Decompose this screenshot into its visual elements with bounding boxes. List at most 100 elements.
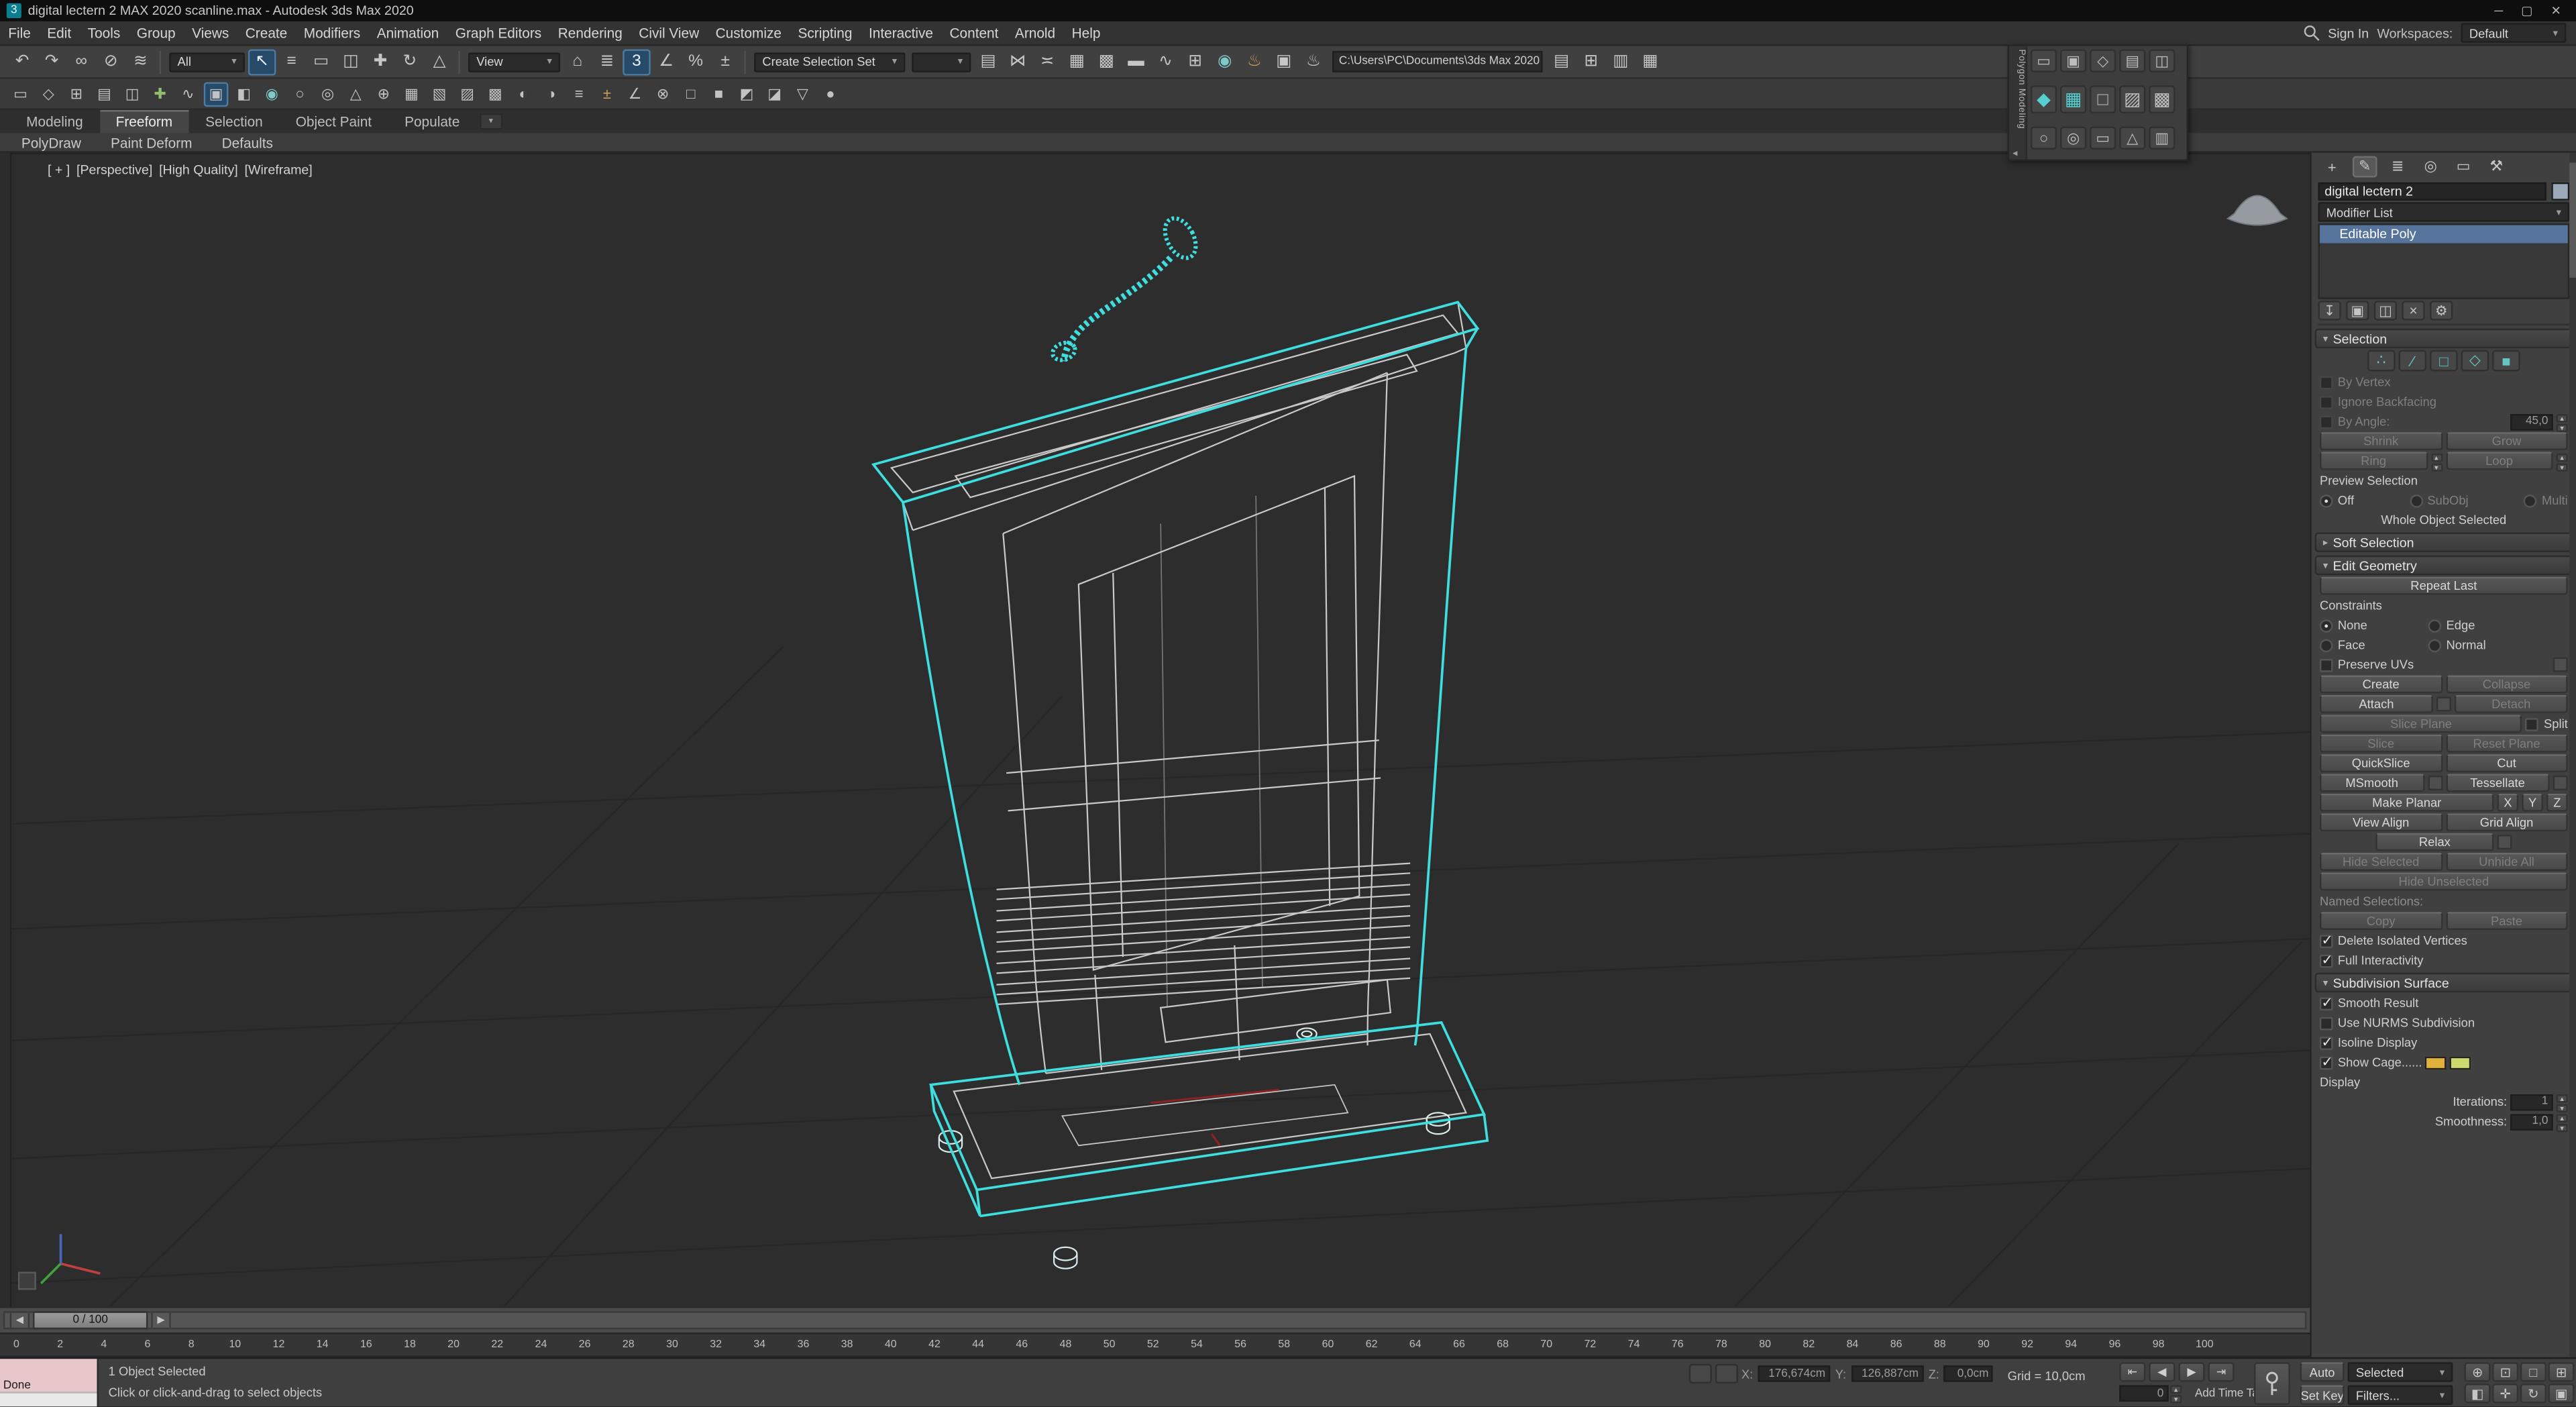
- unhide-all-button[interactable]: Unhide All: [2445, 853, 2568, 871]
- render-setup-icon[interactable]: ♨: [1240, 48, 1269, 74]
- cage-color-swatch[interactable]: [2425, 1055, 2447, 1070]
- select-and-place-icon[interactable]: ⌂: [564, 48, 592, 74]
- attach-button[interactable]: Attach: [2319, 694, 2433, 713]
- ribbon-icon[interactable]: ▩: [483, 81, 508, 106]
- make-planar-button[interactable]: Make Planar: [2319, 793, 2494, 812]
- select-object-icon[interactable]: ↖: [248, 48, 276, 75]
- auto-key-button[interactable]: Auto: [2300, 1362, 2345, 1382]
- viewport-canvas[interactable]: [11, 154, 2310, 1306]
- rectangular-selection-region-icon[interactable]: ▭: [307, 48, 335, 74]
- ribbon-icon[interactable]: ○: [288, 81, 313, 106]
- menu-item[interactable]: Customize: [707, 25, 790, 41]
- viewport-label-segment[interactable]: [High Quality]: [159, 162, 238, 177]
- time-slider-back-icon[interactable]: ◀: [9, 1311, 30, 1330]
- paste-button[interactable]: Paste: [2445, 912, 2568, 931]
- preserve-uvs-checkbox[interactable]: Preserve UVs: [2319, 658, 2414, 672]
- menu-item[interactable]: Create: [237, 25, 296, 41]
- viewport-label-segment[interactable]: [ + ]: [48, 162, 70, 177]
- pm-vertex-icon[interactable]: ◆: [2030, 85, 2057, 113]
- modifier-stack[interactable]: Editable Poly: [2318, 223, 2570, 299]
- toolbar-extra-icon[interactable]: ▦: [1636, 48, 1664, 74]
- window-crossing-icon[interactable]: ◫: [337, 48, 365, 74]
- pm-icon[interactable]: ◇: [2090, 49, 2116, 72]
- lock-selection-icon[interactable]: [1715, 1363, 1739, 1384]
- pm-icon[interactable]: ▥: [2149, 126, 2176, 150]
- collapse-button[interactable]: Collapse: [2445, 675, 2568, 694]
- schematic-view-icon[interactable]: ⊞: [1181, 48, 1210, 74]
- listener-macro-line[interactable]: Done: [0, 1359, 97, 1393]
- zoom-extents-icon[interactable]: □: [2520, 1362, 2546, 1382]
- relax-button[interactable]: Relax: [2375, 833, 2494, 851]
- planar-y-button[interactable]: Y: [2522, 793, 2544, 812]
- viewport-layout-tab[interactable]: [17, 1271, 36, 1290]
- menu-item[interactable]: Content: [941, 25, 1006, 41]
- select-and-rotate-icon[interactable]: ↻: [396, 48, 424, 74]
- orbit-icon[interactable]: ↻: [2520, 1384, 2546, 1404]
- repeat-last-button[interactable]: Repeat Last: [2319, 576, 2568, 595]
- ribbon-icon[interactable]: ▽: [790, 81, 815, 106]
- reset-plane-button[interactable]: Reset Plane: [2445, 734, 2568, 753]
- y-coordinate-field[interactable]: 126,887cm: [1851, 1365, 1924, 1382]
- menu-item[interactable]: Interactive: [861, 25, 942, 41]
- ribbon-icon[interactable]: ≡: [567, 81, 592, 106]
- maximize-viewport-icon[interactable]: ▣: [2548, 1384, 2575, 1404]
- panel-scrollbar[interactable]: [2569, 152, 2576, 1357]
- ring-button[interactable]: Ring: [2319, 452, 2428, 470]
- stack-item-editable-poly[interactable]: Editable Poly: [2319, 225, 2568, 244]
- by-angle-value[interactable]: 45,0: [2510, 413, 2553, 430]
- split-checkbox[interactable]: Split: [2526, 717, 2568, 731]
- pm-icon[interactable]: ▭: [2090, 126, 2116, 150]
- ribbon-icon[interactable]: ∿: [176, 81, 201, 106]
- pm-polygon-icon[interactable]: ▦: [2060, 85, 2087, 113]
- modifier-list-dropdown[interactable]: Modifier List: [2318, 202, 2570, 222]
- by-vertex-checkbox[interactable]: By Vertex: [2319, 374, 2391, 389]
- ribbon-icon[interactable]: □: [678, 81, 703, 106]
- constraint-face-radio[interactable]: Face: [2319, 637, 2425, 652]
- ribbon-icon[interactable]: ⊗: [651, 81, 676, 106]
- time-slider-track[interactable]: [3, 1311, 2307, 1330]
- vertex-mode-icon[interactable]: ∴: [2367, 350, 2396, 372]
- ignore-backfacing-checkbox[interactable]: Ignore Backfacing: [2319, 395, 2436, 409]
- use-nurms-checkbox[interactable]: Use NURMS Subdivision: [2319, 1015, 2475, 1031]
- pm-icon[interactable]: ▭: [2030, 49, 2057, 72]
- named-selection-set-field[interactable]: [912, 52, 971, 72]
- modify-tab-icon[interactable]: ✎: [2352, 156, 2377, 178]
- select-and-move-icon[interactable]: ✚: [366, 48, 394, 74]
- pm-icon[interactable]: □: [2090, 85, 2116, 113]
- ribbon-icon[interactable]: ◪: [762, 81, 787, 106]
- utilities-tab-icon[interactable]: ⚒: [2484, 156, 2509, 178]
- panel-scrollbar-thumb[interactable]: [2569, 162, 2576, 278]
- listener-script-line[interactable]: [0, 1392, 97, 1407]
- menu-item[interactable]: Modifiers: [296, 25, 369, 41]
- rollout-edit-geometry-header[interactable]: Edit Geometry: [2314, 555, 2573, 576]
- ribbon-icon[interactable]: ■: [706, 81, 731, 106]
- go-to-end-icon[interactable]: ⇥: [2208, 1362, 2235, 1382]
- floater-collapse-icon[interactable]: ◂: [2012, 148, 2017, 160]
- slice-plane-button[interactable]: Slice Plane: [2319, 715, 2523, 733]
- ribbon-icon[interactable]: ▣: [203, 81, 229, 106]
- zoom-region-icon[interactable]: ◧: [2464, 1384, 2491, 1404]
- edit-named-selection-sets-icon[interactable]: ▤: [974, 48, 1002, 74]
- lectern-model[interactable]: [871, 213, 1489, 1269]
- select-by-name-icon[interactable]: ≡: [278, 48, 306, 74]
- zoom-extents-all-icon[interactable]: ⊞: [2548, 1362, 2575, 1382]
- ribbon-toggle-icon[interactable]: ▬: [1122, 48, 1150, 74]
- remove-modifier-icon[interactable]: ×: [2402, 301, 2425, 321]
- ribbon-overflow-icon[interactable]: [479, 113, 502, 130]
- detach-button[interactable]: Detach: [2454, 694, 2568, 713]
- preserve-uvs-settings-icon[interactable]: [2553, 657, 2568, 672]
- view-align-button[interactable]: View Align: [2319, 813, 2443, 832]
- constraint-normal-radio[interactable]: Normal: [2428, 637, 2486, 652]
- copy-button[interactable]: Copy: [2319, 912, 2443, 931]
- timeline-ruler[interactable]: 0 2 4 6 8 10 12 14 16 18 20 22 24 26 28 30 32 34 36 38 40 42 4…: [0, 1333, 2310, 1357]
- frame-spinner[interactable]: [2170, 1385, 2182, 1404]
- pan-icon[interactable]: ✛: [2492, 1384, 2519, 1404]
- polygon-mode-icon[interactable]: ◇: [2461, 350, 2489, 372]
- rollout-soft-selection-header[interactable]: Soft Selection: [2314, 532, 2573, 552]
- perspective-viewport[interactable]: [ + ] [Perspective] [High Quality] [Wirefra…: [9, 152, 2310, 1306]
- ribbon-icon[interactable]: ▧: [427, 81, 452, 106]
- loop-spinner[interactable]: [2556, 452, 2568, 471]
- go-to-start-icon[interactable]: ⇤: [2119, 1362, 2146, 1382]
- show-cage-checkbox[interactable]: Show Cage......: [2319, 1053, 2422, 1072]
- tab-populate[interactable]: Populate: [388, 110, 476, 133]
